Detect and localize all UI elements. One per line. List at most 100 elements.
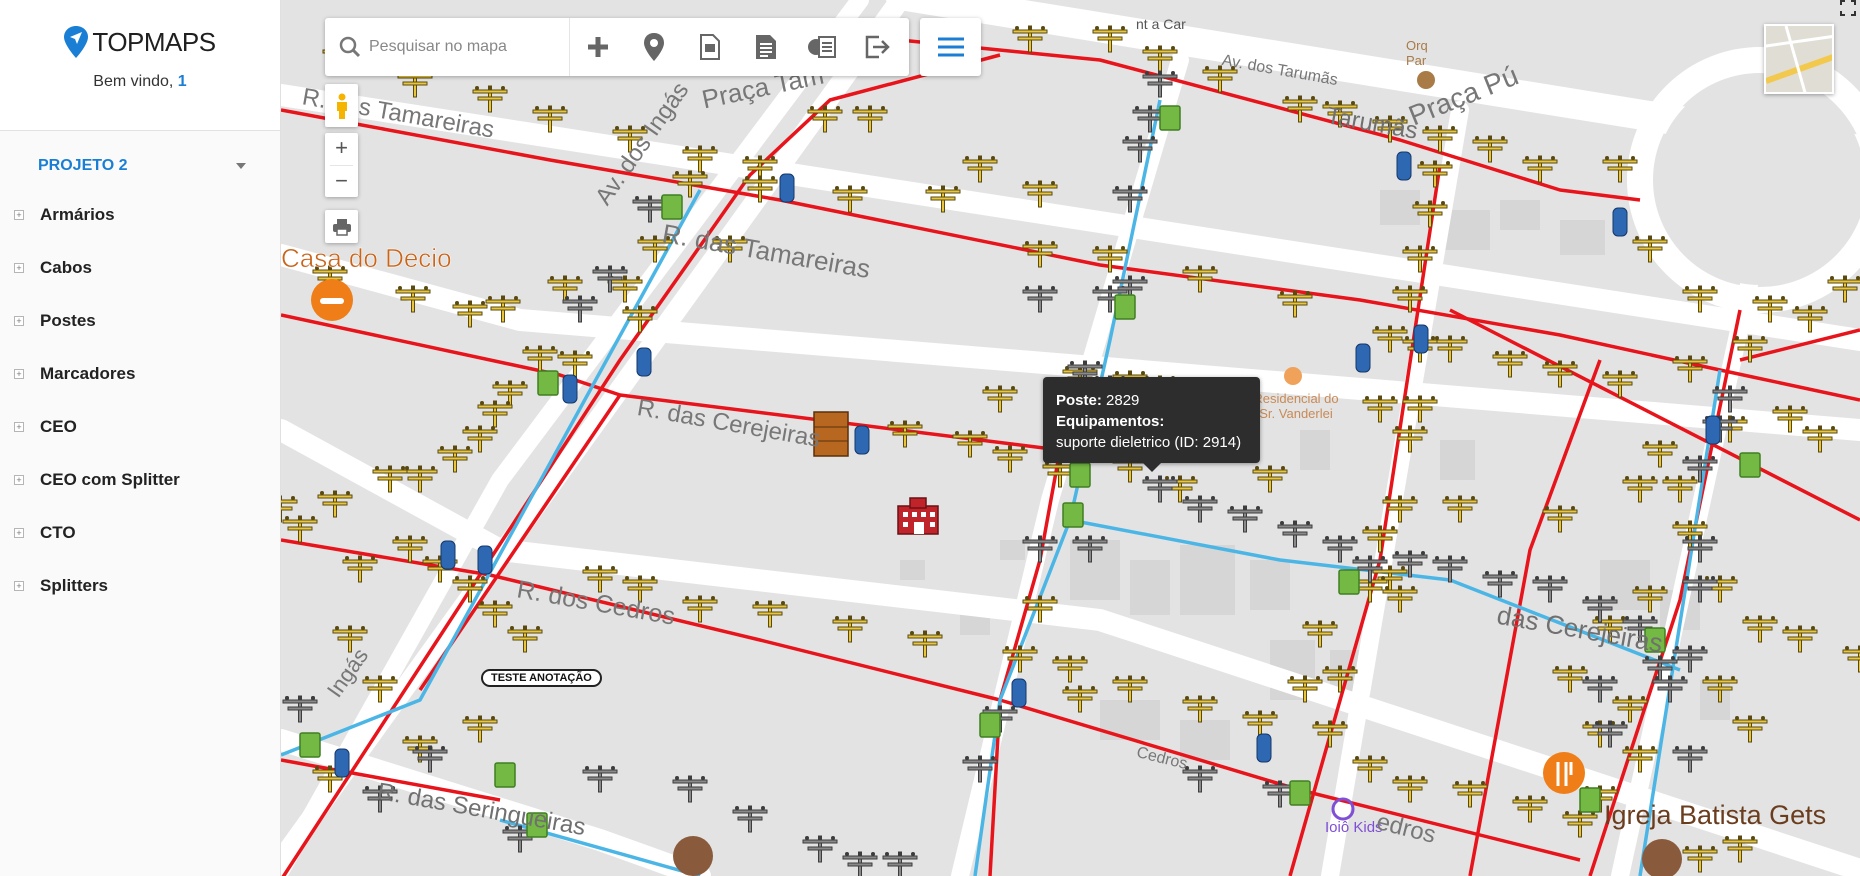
pole-icon[interactable] xyxy=(1352,755,1388,783)
fullscreen-icon[interactable] xyxy=(1840,0,1856,16)
ceo-icon[interactable] xyxy=(1739,452,1761,478)
pole-icon[interactable] xyxy=(1182,265,1218,293)
pole-icon[interactable] xyxy=(1472,135,1508,163)
pole-icon[interactable] xyxy=(1742,615,1778,643)
layer-item-splitters[interactable]: + Splitters xyxy=(0,572,280,625)
pole-icon[interactable] xyxy=(1802,425,1838,453)
pole-icon[interactable] xyxy=(462,715,498,743)
pole-icon[interactable] xyxy=(1827,275,1860,303)
expand-icon[interactable]: + xyxy=(14,369,24,379)
layer-item-ceo-splitter[interactable]: + CEO com Splitter xyxy=(0,466,280,519)
pole-icon[interactable] xyxy=(1062,685,1098,713)
pole-icon[interactable] xyxy=(732,805,768,833)
ceo-icon[interactable] xyxy=(299,732,321,758)
pole-icon[interactable] xyxy=(1362,395,1398,423)
ceo-icon[interactable] xyxy=(537,370,559,396)
pole-icon[interactable] xyxy=(1227,505,1263,533)
pole-icon[interactable] xyxy=(1372,325,1408,353)
pole-icon[interactable] xyxy=(1522,155,1558,183)
expand-icon[interactable]: + xyxy=(14,581,24,591)
pole-icon[interactable] xyxy=(1142,475,1178,503)
pole-icon[interactable] xyxy=(1252,465,1288,493)
pole-icon[interactable] xyxy=(1782,625,1818,653)
cto-icon[interactable] xyxy=(1413,324,1429,354)
report-button[interactable] xyxy=(738,18,794,76)
cto-icon[interactable] xyxy=(1011,678,1027,708)
cto-icon[interactable] xyxy=(334,748,350,778)
pole-icon[interactable] xyxy=(582,765,618,793)
pole-icon[interactable] xyxy=(472,85,508,113)
pole-icon[interactable] xyxy=(1022,240,1058,268)
pole-icon[interactable] xyxy=(952,430,988,458)
pole-icon[interactable] xyxy=(1532,575,1568,603)
ceo-icon[interactable] xyxy=(494,762,516,788)
expand-icon[interactable]: + xyxy=(14,475,24,485)
pole-icon[interactable] xyxy=(1662,475,1698,503)
pole-icon[interactable] xyxy=(1542,360,1578,388)
pole-icon[interactable] xyxy=(1442,495,1478,523)
zoom-in-button[interactable]: + xyxy=(325,133,358,165)
pole-icon[interactable] xyxy=(395,285,431,313)
pole-icon[interactable] xyxy=(1112,675,1148,703)
expand-icon[interactable]: + xyxy=(14,422,24,432)
pole-icon[interactable] xyxy=(547,275,583,303)
map-canvas[interactable]: Casa do Decio Igreja Batista Gets Ioiô K… xyxy=(281,0,1860,876)
pole-icon[interactable] xyxy=(1552,665,1588,693)
pole-icon[interactable] xyxy=(1722,835,1758,863)
pole-icon[interactable] xyxy=(832,615,868,643)
cto-icon[interactable] xyxy=(636,347,652,377)
pole-icon[interactable] xyxy=(282,515,318,543)
pole-icon[interactable] xyxy=(281,495,298,523)
pole-icon[interactable] xyxy=(1582,675,1618,703)
cto-icon[interactable] xyxy=(779,173,795,203)
ceo-icon[interactable] xyxy=(1579,787,1601,813)
pole-icon[interactable] xyxy=(282,695,318,723)
pole-icon[interactable] xyxy=(907,630,943,658)
map-annotation[interactable]: TESTE ANOTAÇÃO xyxy=(481,669,602,687)
pole-icon[interactable] xyxy=(1602,370,1638,398)
pole-icon[interactable] xyxy=(452,300,488,328)
layer-item-armarios[interactable]: + Armários xyxy=(0,201,280,254)
pole-icon[interactable] xyxy=(1182,765,1218,793)
pole-icon[interactable] xyxy=(1542,505,1578,533)
building-marker-icon[interactable] xyxy=(897,497,939,535)
layer-item-cabos[interactable]: + Cabos xyxy=(0,254,280,307)
search-icon[interactable] xyxy=(339,36,361,58)
pole-icon[interactable] xyxy=(852,105,888,133)
ceo-icon[interactable] xyxy=(1062,502,1084,528)
cto-icon[interactable] xyxy=(854,425,870,455)
ceo-icon[interactable] xyxy=(661,194,683,220)
pole-icon[interactable] xyxy=(1022,285,1058,313)
logout-button[interactable] xyxy=(850,18,906,76)
pole-icon[interactable] xyxy=(1182,495,1218,523)
pole-icon[interactable] xyxy=(1092,25,1128,53)
cto-icon[interactable] xyxy=(562,374,578,404)
pole-icon[interactable] xyxy=(882,851,918,876)
pole-icon[interactable] xyxy=(1672,745,1708,773)
pole-icon[interactable] xyxy=(342,555,378,583)
pole-icon[interactable] xyxy=(992,445,1028,473)
cto-icon[interactable] xyxy=(1396,151,1412,181)
pole-icon[interactable] xyxy=(1672,355,1708,383)
minimap[interactable] xyxy=(1764,24,1834,94)
pole-icon[interactable] xyxy=(1732,715,1768,743)
pole-icon[interactable] xyxy=(412,745,448,773)
layer-item-postes[interactable]: + Postes xyxy=(0,307,280,360)
expand-icon[interactable]: + xyxy=(14,528,24,538)
menu-button[interactable] xyxy=(920,18,981,76)
expand-icon[interactable]: + xyxy=(14,263,24,273)
ceo-icon[interactable] xyxy=(979,712,1001,738)
pole-icon[interactable] xyxy=(832,185,868,213)
user-id[interactable]: 1 xyxy=(178,73,187,90)
add-button[interactable] xyxy=(570,18,626,76)
logo[interactable]: TOPMAPS xyxy=(64,26,216,58)
street-view-button[interactable] xyxy=(325,84,358,127)
pole-icon[interactable] xyxy=(1622,475,1658,503)
document-button[interactable] xyxy=(682,18,738,76)
pole-icon[interactable] xyxy=(1562,810,1598,838)
cto-icon[interactable] xyxy=(1705,415,1721,445)
pole-icon[interactable] xyxy=(802,835,838,863)
pole-icon[interactable] xyxy=(672,775,708,803)
pole-icon[interactable] xyxy=(1392,775,1428,803)
pole-icon[interactable] xyxy=(1052,655,1088,683)
